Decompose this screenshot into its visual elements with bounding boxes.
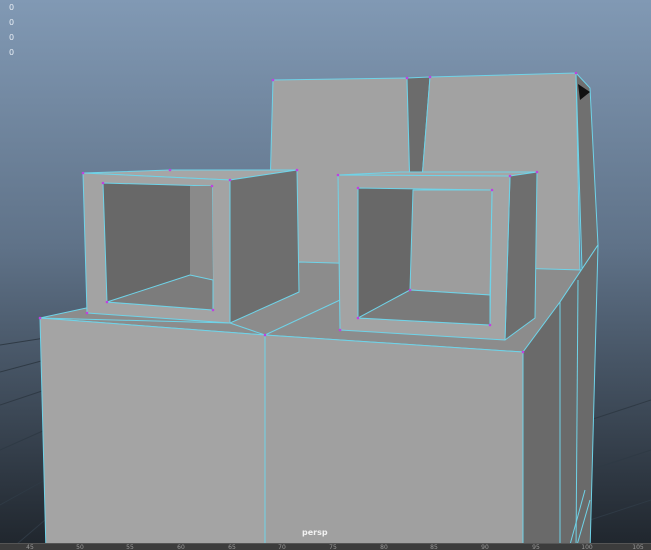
time-tick: 90: [481, 544, 489, 550]
time-tick: 95: [532, 544, 540, 550]
time-slider[interactable]: 45 50 55 60 65 70 75 80 85 90 95 100 105: [0, 543, 651, 550]
right-frame-inner-back: [409, 189, 493, 296]
time-tick: 80: [380, 544, 388, 550]
hud-value: 0: [9, 33, 15, 42]
time-tick: 70: [278, 544, 286, 550]
time-tick: 105: [632, 544, 644, 550]
base-front-left[interactable]: [39, 317, 266, 550]
hud-value: 0: [9, 18, 15, 27]
camera-label: persp: [302, 528, 328, 537]
time-tick: 75: [329, 544, 337, 550]
time-tick: 100: [581, 544, 593, 550]
time-tick: 50: [76, 544, 84, 550]
time-tick: 55: [126, 544, 134, 550]
hud-value: 0: [9, 48, 15, 57]
scene-canvas[interactable]: [0, 0, 651, 550]
time-tick: 45: [26, 544, 34, 550]
time-tick: 60: [177, 544, 185, 550]
perspective-viewport[interactable]: 0 0 0 0 persp 45 50 55 60 65 70 75 80 85…: [0, 0, 651, 550]
left-frame-inner-wall: [190, 186, 213, 280]
base-front-right[interactable]: [264, 334, 524, 550]
time-tick: 85: [430, 544, 438, 550]
hud-value: 0: [9, 3, 15, 12]
time-tick: 65: [228, 544, 236, 550]
